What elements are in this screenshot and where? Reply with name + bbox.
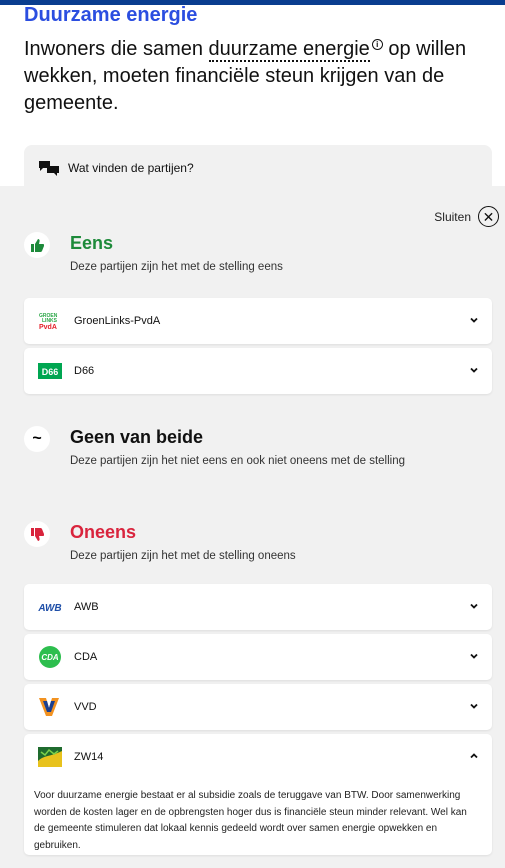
close-icon: ✕ [478,206,499,227]
topic-title: Duurzame energie [24,4,198,26]
info-icon[interactable]: i [371,39,383,50]
party-item-awb[interactable]: AWB AWB [24,584,492,630]
party-name: AWB [74,601,99,613]
party-name: CDA [74,651,98,663]
section-disagree-title: Oneens [70,522,137,542]
thumbs-up-icon [24,232,50,258]
section-agree-subtitle: Deze partijen zijn het met de stelling e… [70,261,283,273]
cda-logo: CDA [38,646,62,668]
svg-text:AWB: AWB [38,603,62,614]
tab-party-opinions[interactable]: Wat vinden de partijen? [24,145,492,191]
party-explanation: Voor duurzame energie bestaat er al subs… [34,790,467,851]
section-agree: Eens Deze partijen zijn het met de stell… [24,232,492,273]
awb-logo: AWB [38,597,62,617]
svg-text:D66: D66 [42,367,59,377]
d66-logo: D66 [38,361,62,381]
party-item-groenlinks-pvda[interactable]: GROEN LINKS PvdA GroenLinks-PvdA [24,298,492,344]
chevron-down-icon [470,317,478,323]
statement-before: Inwoners die samen [24,38,209,60]
chat-bubbles-icon [39,161,59,176]
section-neutral: ~ Geen van beide Deze partijen zijn het … [24,426,492,467]
party-item-d66[interactable]: D66 D66 [24,348,492,394]
vvd-logo [38,697,62,717]
zw14-logo [38,747,62,767]
close-button[interactable]: Sluiten ✕ [434,206,499,227]
party-name: ZW14 [74,751,104,763]
section-neutral-title: Geen van beide [70,427,204,447]
party-item-cda[interactable]: CDA CDA [24,634,492,680]
tilde-icon: ~ [24,426,50,452]
tab-label: Wat vinden de partijen? [68,161,194,175]
chevron-down-icon [470,703,478,709]
thumbs-down-icon [24,521,50,547]
party-name: D66 [74,365,95,377]
svg-text:PvdA: PvdA [39,324,57,331]
groenlinks-pvda-logo: GROEN LINKS PvdA [38,311,62,331]
chevron-down-icon [470,653,478,659]
section-disagree-subtitle: Deze partijen zijn het met de stelling o… [70,550,296,562]
section-disagree: Oneens Deze partijen zijn het met de ste… [24,521,492,562]
chevron-down-icon [470,603,478,609]
party-item-vvd[interactable]: VVD [24,684,492,730]
section-agree-title: Eens [70,233,114,253]
statement-text: Inwoners die samen duurzame energie i op … [24,36,484,117]
section-neutral-subtitle: Deze partijen zijn het niet eens en ook … [70,455,405,467]
svg-text:CDA: CDA [41,653,59,662]
party-item-zw14[interactable]: ZW14 Voor duurzame energie bestaat er al… [24,734,492,855]
statement-term-link[interactable]: duurzame energie [208,38,370,62]
chevron-down-icon [470,367,478,373]
party-name: GroenLinks-PvdA [74,315,161,327]
close-label: Sluiten [434,209,471,224]
chevron-up-icon [470,753,478,759]
party-name: VVD [74,701,97,713]
